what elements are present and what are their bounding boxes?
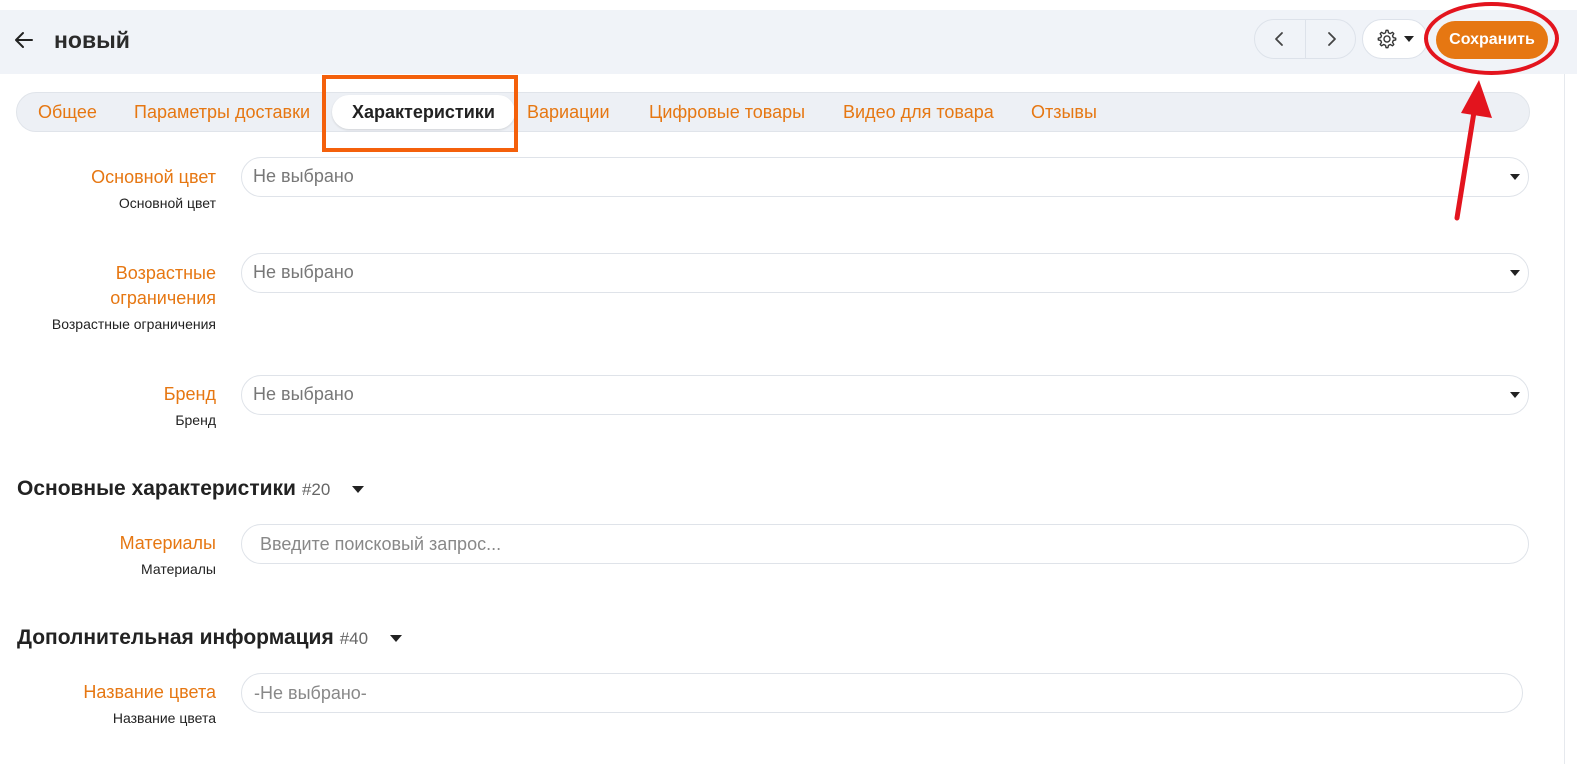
tab-variations[interactable]: Вариации <box>527 93 610 131</box>
main-color-value: Не выбрано <box>253 166 354 186</box>
caret-down-icon <box>1510 392 1520 398</box>
arrow-left-icon <box>15 32 33 48</box>
color-name-input[interactable] <box>254 674 1406 712</box>
chevron-right-icon <box>1327 32 1336 46</box>
tab-delivery-params[interactable]: Параметры доставки <box>134 93 310 131</box>
main-color-label: Основной цвет <box>91 167 216 187</box>
age-restrictions-label-line2: ограничения <box>110 288 216 308</box>
tab-bar: Общее Параметры доставки Характеристики … <box>16 92 1530 132</box>
age-restrictions-label-line1: Возрастные <box>115 263 216 283</box>
color-name-sublabel: Название цвета <box>112 710 216 726</box>
age-restrictions-sublabel: Возрастные ограничения <box>51 316 216 332</box>
back-button[interactable] <box>10 26 38 54</box>
chevron-left-icon <box>1275 32 1283 46</box>
brand-sublabel: Бренд <box>175 412 216 428</box>
caret-down-icon <box>1510 174 1520 180</box>
caret-down-icon <box>1510 270 1520 276</box>
materials-search-input[interactable] <box>260 525 1418 563</box>
color-name-field[interactable] <box>241 673 1523 713</box>
section-additional-info[interactable]: Дополнительная информация #40 <box>17 626 403 650</box>
materials-label: Материалы <box>119 533 216 553</box>
previous-button[interactable] <box>1255 20 1305 58</box>
record-navigation <box>1254 19 1356 59</box>
section-title: Дополнительная информация <box>17 626 334 649</box>
age-restrictions-value: Не выбрано <box>253 262 354 282</box>
brand-select[interactable]: Не выбрано <box>241 375 1529 415</box>
main-color-sublabel: Основной цвет <box>118 195 216 211</box>
section-main-characteristics[interactable]: Основные характеристики #20 <box>17 477 365 501</box>
materials-search-field[interactable] <box>241 524 1529 564</box>
page-title: новый <box>54 27 130 53</box>
section-title: Основные характеристики <box>17 477 296 500</box>
tab-reviews[interactable]: Отзывы <box>1031 93 1097 131</box>
top-bar: новый Сохранить <box>0 10 1577 74</box>
brand-value: Не выбрано <box>253 384 354 404</box>
caret-down-icon <box>390 634 403 642</box>
tab-characteristics[interactable]: Характеристики <box>332 95 515 129</box>
main-color-select[interactable]: Не выбрано <box>241 157 1529 197</box>
save-button[interactable]: Сохранить <box>1436 21 1548 59</box>
tab-general[interactable]: Общее <box>38 93 97 131</box>
materials-sublabel: Материалы <box>141 561 216 577</box>
caret-down-icon <box>1404 36 1414 42</box>
gear-icon <box>1377 29 1397 49</box>
tab-digital-goods[interactable]: Цифровые товары <box>649 93 805 131</box>
color-name-label: Название цвета <box>83 682 216 702</box>
tab-product-video[interactable]: Видео для товара <box>843 93 994 131</box>
section-count: #20 <box>301 480 331 499</box>
age-restrictions-select[interactable]: Не выбрано <box>241 253 1529 293</box>
brand-label: Бренд <box>163 384 216 404</box>
section-count: #40 <box>339 629 369 648</box>
caret-down-icon <box>352 485 365 493</box>
next-button[interactable] <box>1305 20 1355 58</box>
settings-dropdown-button[interactable] <box>1362 19 1428 59</box>
